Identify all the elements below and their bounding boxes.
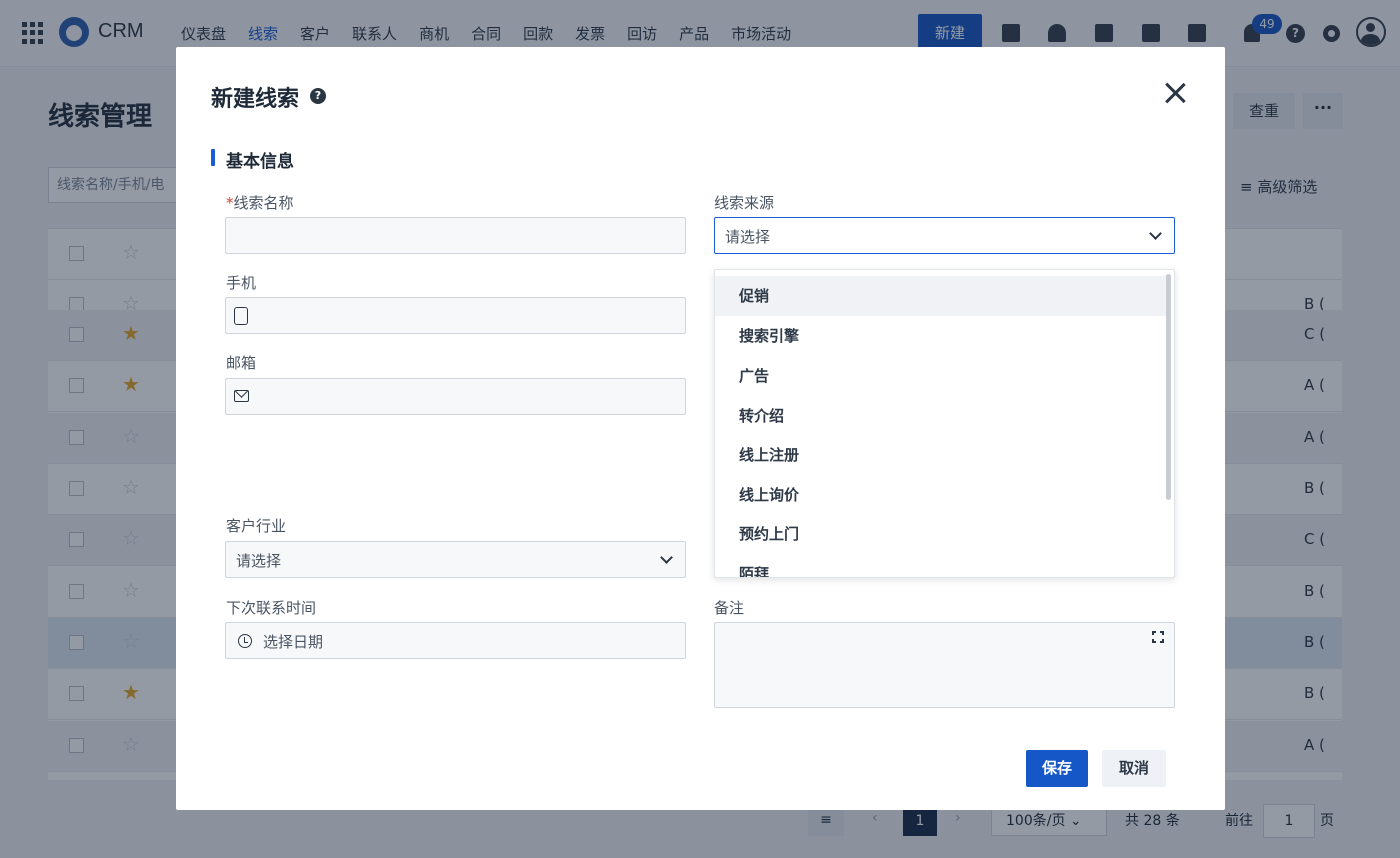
remarks-textarea[interactable] (714, 622, 1175, 708)
email-input[interactable] (225, 378, 686, 415)
new-lead-dialog: 新建线索 ? 基本信息 *线索名称 线索来源 请选择 手机 邮箱 客户行业 请选… (176, 47, 1225, 810)
dropdown-option-cold-visit[interactable]: 陌拜 (715, 554, 1168, 577)
mobile-input[interactable] (225, 297, 686, 334)
lead-source-label: 线索来源 (714, 194, 775, 212)
industry-select[interactable]: 请选择 (225, 541, 686, 578)
next-contact-date-picker[interactable]: 选择日期 (225, 622, 686, 659)
industry-label: 客户行业 (226, 517, 287, 535)
mail-icon (234, 390, 249, 402)
save-button[interactable]: 保存 (1026, 750, 1088, 787)
lead-source-dropdown: 促销 搜索引擎 广告 转介绍 线上注册 线上询价 预约上门 陌拜 (714, 269, 1175, 578)
email-label: 邮箱 (226, 354, 257, 372)
dropdown-option-promotion[interactable]: 促销 (715, 276, 1168, 316)
dropdown-option-referral[interactable]: 转介绍 (715, 396, 1168, 436)
dropdown-option-appointment[interactable]: 预约上门 (715, 514, 1168, 554)
next-contact-label: 下次联系时间 (226, 599, 317, 617)
dropdown-scrollbar[interactable] (1166, 274, 1171, 500)
dropdown-option-ads[interactable]: 广告 (715, 356, 1168, 396)
dropdown-option-online-signup[interactable]: 线上注册 (715, 435, 1168, 475)
chevron-down-icon (660, 551, 673, 564)
chevron-down-icon (1149, 227, 1162, 240)
lead-name-input[interactable] (225, 217, 686, 254)
close-icon[interactable] (1164, 82, 1186, 104)
mobile-icon (234, 307, 248, 325)
expand-icon[interactable] (1151, 630, 1165, 644)
mobile-label: 手机 (226, 274, 257, 292)
remarks-label: 备注 (714, 599, 745, 617)
dropdown-option-online-inquiry[interactable]: 线上询价 (715, 475, 1168, 515)
lead-source-select[interactable]: 请选择 (714, 217, 1175, 254)
dropdown-option-search-engine[interactable]: 搜索引擎 (715, 316, 1168, 356)
help-icon[interactable]: ? (310, 88, 326, 104)
lead-name-label: *线索名称 (226, 194, 294, 212)
dialog-title: 新建线索 (211, 87, 300, 112)
section-accent (211, 149, 215, 166)
cancel-button[interactable]: 取消 (1102, 750, 1166, 787)
section-title: 基本信息 (226, 152, 294, 172)
clock-icon (238, 634, 252, 648)
